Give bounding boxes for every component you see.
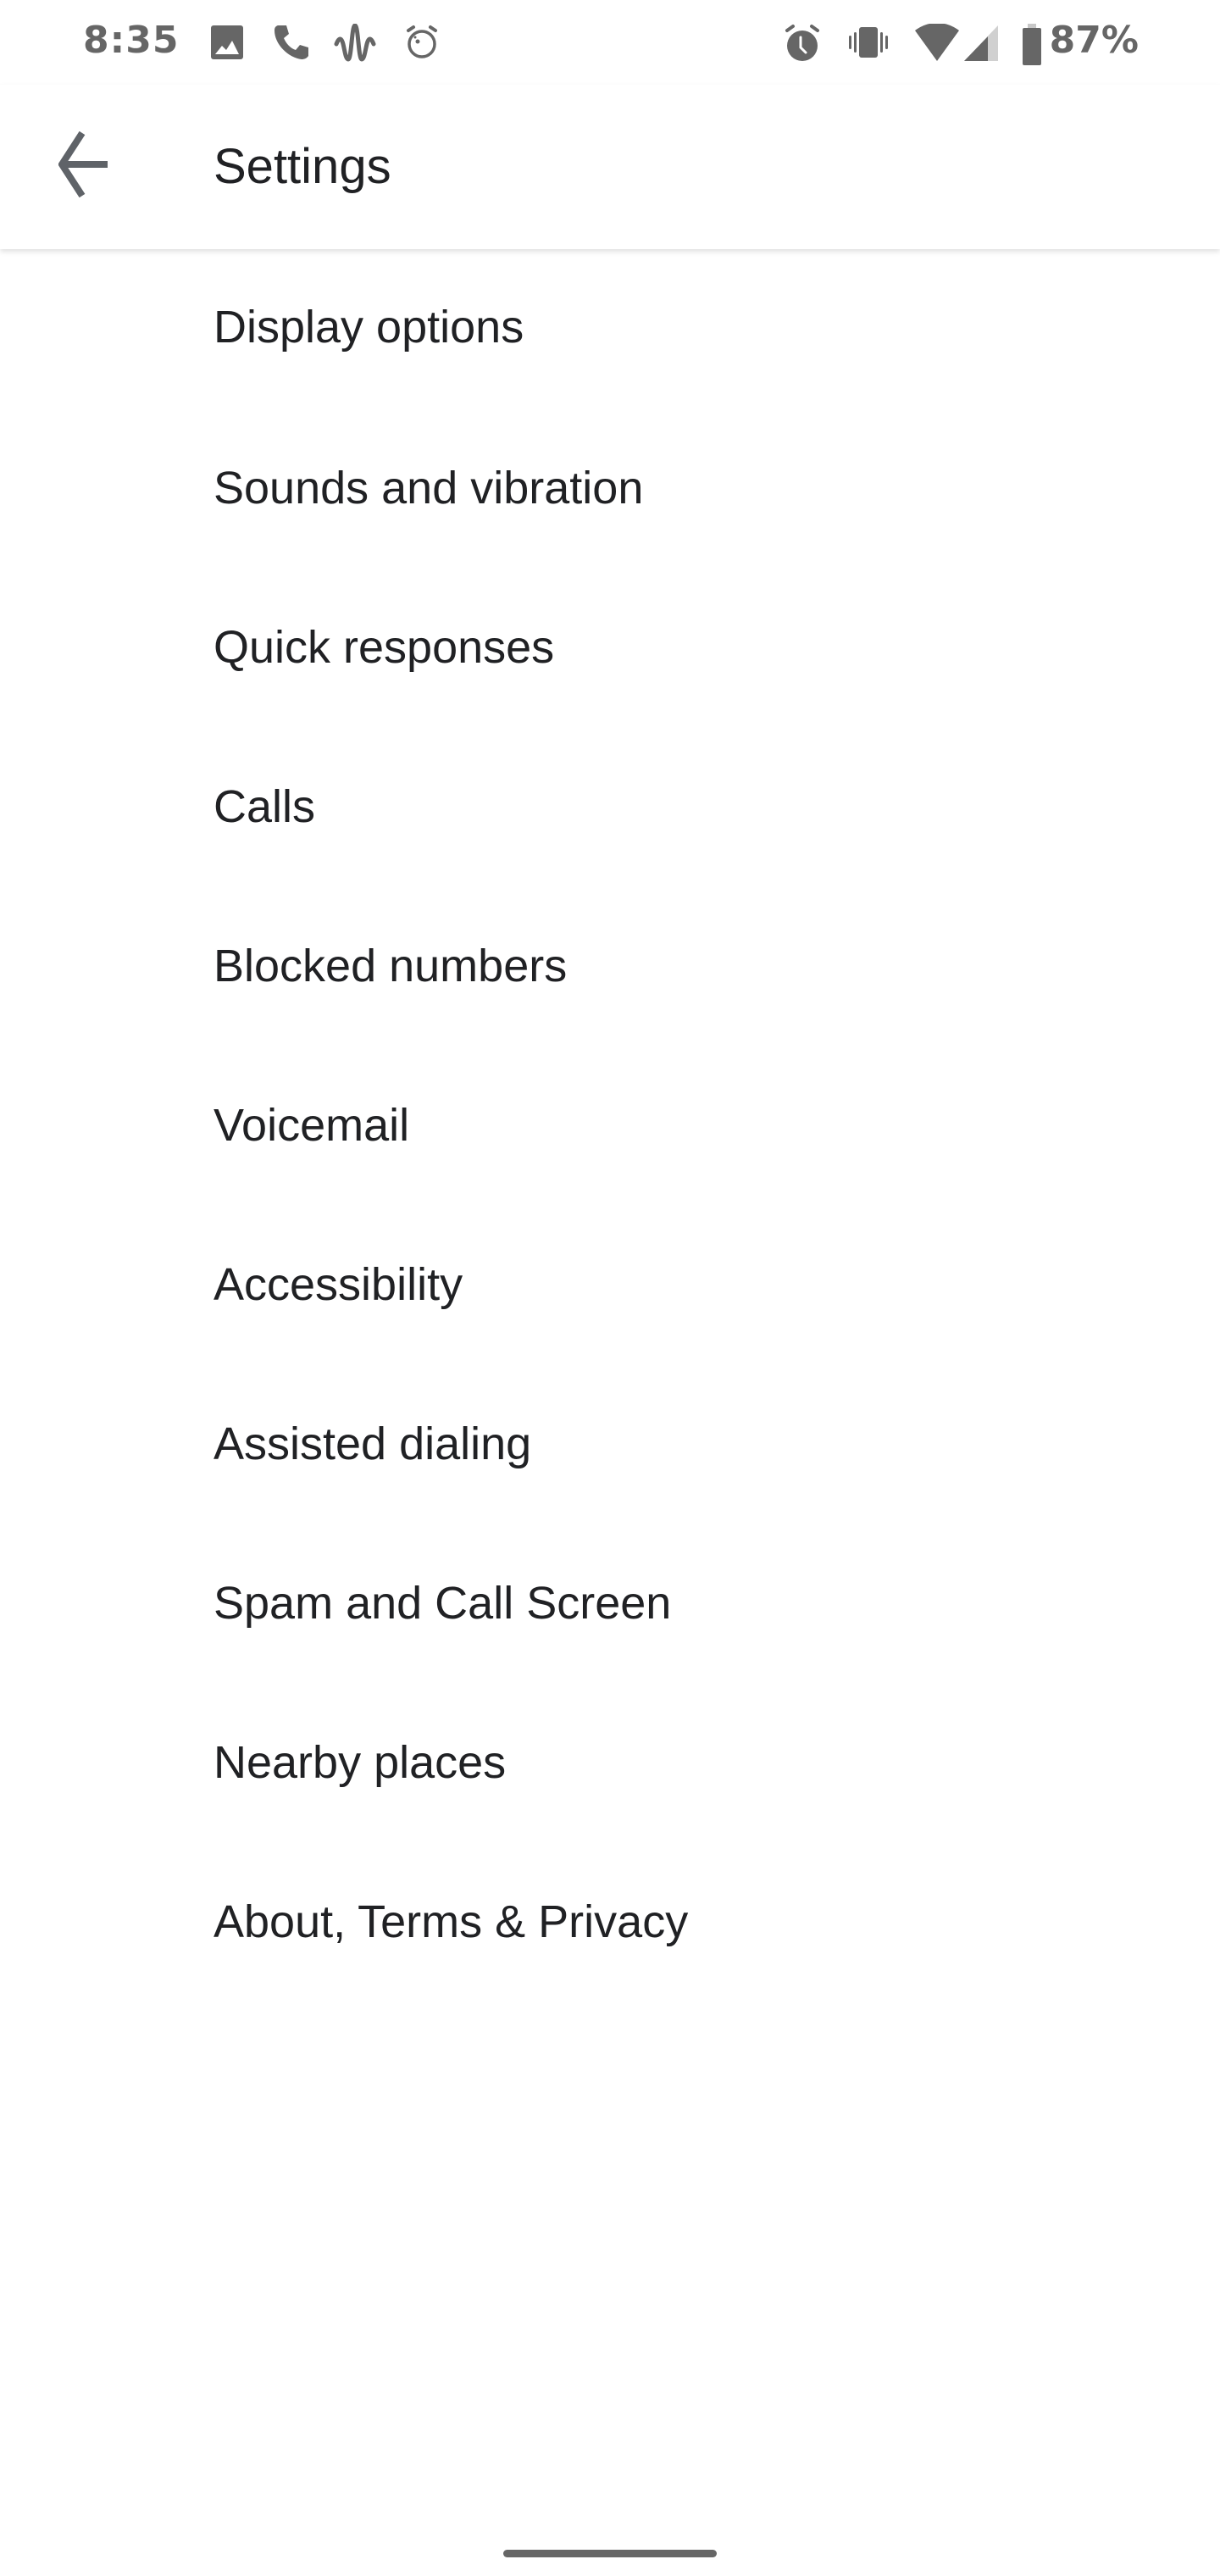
settings-item-label: Assisted dialing bbox=[214, 1418, 532, 1469]
settings-list: Display options Sounds and vibration Qui… bbox=[0, 249, 1220, 2005]
settings-item-sounds-and-vibration[interactable]: Sounds and vibration bbox=[0, 412, 1220, 571]
settings-item-label: Blocked numbers bbox=[214, 941, 568, 991]
phone-icon bbox=[273, 24, 308, 61]
wifi-icon bbox=[913, 24, 961, 61]
settings-item-blocked-numbers[interactable]: Blocked numbers bbox=[0, 890, 1220, 1049]
settings-item-label: Display options bbox=[214, 302, 524, 353]
alarm-icon bbox=[784, 24, 821, 61]
settings-item-label: Spam and Call Screen bbox=[214, 1578, 672, 1629]
arrow-back-icon bbox=[58, 130, 108, 202]
page-title: Settings bbox=[214, 139, 391, 194]
settings-item-accessibility[interactable]: Accessibility bbox=[0, 1208, 1220, 1368]
settings-item-calls[interactable]: Calls bbox=[0, 730, 1220, 890]
settings-item-assisted-dialing[interactable]: Assisted dialing bbox=[0, 1368, 1220, 1527]
settings-item-label: Sounds and vibration bbox=[214, 463, 644, 514]
settings-item-label: Calls bbox=[214, 781, 316, 832]
settings-item-label: About, Terms & Privacy bbox=[214, 1896, 689, 1947]
settings-item-label: Accessibility bbox=[214, 1259, 463, 1310]
settings-item-quick-responses[interactable]: Quick responses bbox=[0, 571, 1220, 730]
app-bar: Settings bbox=[0, 85, 1220, 249]
gesture-nav-handle[interactable] bbox=[503, 2550, 717, 2557]
settings-item-display-options[interactable]: Display options bbox=[0, 249, 1220, 412]
battery-icon bbox=[1022, 24, 1042, 65]
battery-percent: 87% bbox=[1049, 19, 1139, 62]
settings-item-label: Voicemail bbox=[214, 1100, 410, 1151]
settings-item-voicemail[interactable]: Voicemail bbox=[0, 1049, 1220, 1208]
settings-item-about-terms-privacy[interactable]: About, Terms & Privacy bbox=[0, 1846, 1220, 2005]
back-button[interactable] bbox=[42, 125, 124, 207]
cell-signal-icon bbox=[962, 24, 1000, 61]
settings-item-label: Quick responses bbox=[214, 622, 555, 673]
settings-item-spam-and-call-screen[interactable]: Spam and Call Screen bbox=[0, 1527, 1220, 1686]
settings-item-label: Nearby places bbox=[214, 1737, 507, 1788]
image-icon bbox=[210, 24, 244, 61]
vibrate-icon bbox=[847, 24, 890, 61]
alarm-outline-icon bbox=[405, 24, 439, 61]
phone-screen: 8:35 87% Settings Display options Sounds… bbox=[0, 0, 1220, 2576]
status-time: 8:35 bbox=[83, 19, 180, 62]
status-bar: 8:35 87% bbox=[0, 0, 1220, 85]
sound-wave-icon bbox=[334, 24, 376, 62]
settings-item-nearby-places[interactable]: Nearby places bbox=[0, 1686, 1220, 1846]
